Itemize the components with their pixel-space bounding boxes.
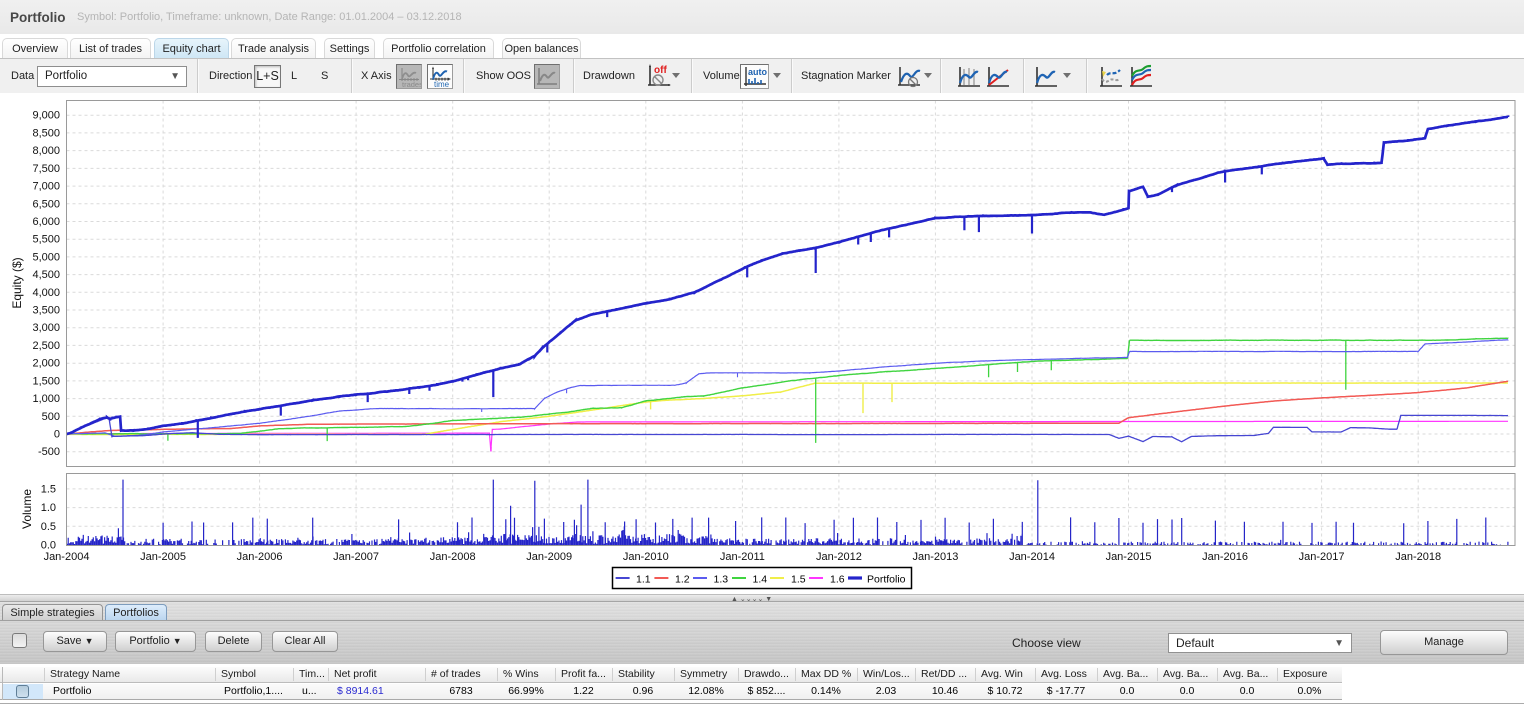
svg-text:Jan-2008: Jan-2008	[430, 551, 476, 563]
svg-text:Jan-2018: Jan-2018	[1395, 551, 1441, 563]
svg-text:1.4: 1.4	[753, 574, 768, 586]
svg-text:Jan-2012: Jan-2012	[816, 551, 862, 563]
svg-text:Equity ($): Equity ($)	[10, 257, 24, 308]
svg-text:Jan-2013: Jan-2013	[912, 551, 958, 563]
svg-text:trades: trades	[402, 80, 421, 88]
svg-text:3,500: 3,500	[32, 305, 60, 317]
svg-text:6,000: 6,000	[32, 216, 60, 228]
svg-text:7,000: 7,000	[32, 181, 60, 193]
svg-text:1.6: 1.6	[830, 574, 845, 586]
svg-text:Jan-2010: Jan-2010	[623, 551, 669, 563]
svg-text:time: time	[434, 80, 450, 88]
svg-text:Jan-2006: Jan-2006	[237, 551, 283, 563]
svg-text:8,000: 8,000	[32, 145, 60, 157]
svg-text:auto: auto	[748, 67, 768, 77]
svg-text:1.5: 1.5	[41, 483, 56, 495]
svg-text:Jan-2007: Jan-2007	[333, 551, 379, 563]
svg-text:Jan-2016: Jan-2016	[1202, 551, 1248, 563]
svg-text:4,000: 4,000	[32, 287, 60, 299]
svg-text:6,500: 6,500	[32, 198, 60, 210]
svg-text:Jan-2011: Jan-2011	[720, 551, 765, 563]
svg-text:Jan-2004: Jan-2004	[44, 551, 90, 563]
svg-text:1.3: 1.3	[714, 574, 729, 586]
svg-text:2,000: 2,000	[32, 358, 60, 370]
svg-text:0: 0	[54, 429, 60, 441]
svg-text:off: off	[654, 65, 667, 76]
svg-text:Jan-2005: Jan-2005	[140, 551, 186, 563]
svg-text:4,500: 4,500	[32, 269, 60, 281]
svg-text:1.5: 1.5	[791, 574, 806, 586]
svg-text:3,000: 3,000	[32, 322, 60, 334]
svg-text:1,500: 1,500	[32, 375, 60, 387]
svg-text:9,000: 9,000	[32, 110, 60, 122]
svg-text:8,500: 8,500	[32, 127, 60, 139]
svg-text:Jan-2015: Jan-2015	[1106, 551, 1152, 563]
svg-text:0.0: 0.0	[41, 540, 56, 552]
svg-text:Portfolio: Portfolio	[867, 574, 906, 586]
svg-text:500: 500	[42, 411, 60, 423]
svg-text:1,000: 1,000	[32, 393, 60, 405]
svg-text:Jan-2014: Jan-2014	[1009, 551, 1055, 563]
svg-text:5,500: 5,500	[32, 234, 60, 246]
svg-text:-500: -500	[38, 446, 60, 458]
svg-text:Jan-2017: Jan-2017	[1299, 551, 1345, 563]
svg-text:1.1: 1.1	[636, 574, 651, 586]
svg-text:7,500: 7,500	[32, 163, 60, 175]
svg-text:5,000: 5,000	[32, 251, 60, 263]
svg-text:Jan-2009: Jan-2009	[526, 551, 572, 563]
svg-text:Volume: Volume	[20, 489, 34, 529]
svg-text:2,500: 2,500	[32, 340, 60, 352]
svg-text:0.5: 0.5	[41, 521, 56, 533]
svg-text:1.0: 1.0	[41, 502, 56, 514]
svg-text:1.2: 1.2	[675, 574, 690, 586]
